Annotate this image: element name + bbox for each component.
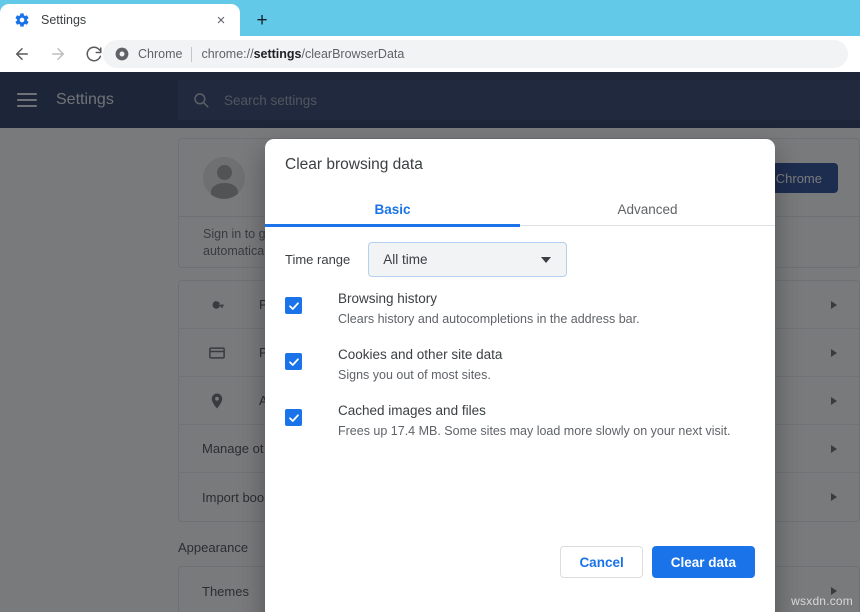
option-browsing-history[interactable]: Browsing history Clears history and auto… bbox=[285, 289, 755, 345]
omnibox-scheme-label: Chrome bbox=[138, 47, 182, 61]
time-range-control: Time range All time bbox=[285, 242, 567, 277]
dialog-actions: Cancel Clear data bbox=[265, 546, 775, 578]
option-description: Signs you out of most sites. bbox=[338, 366, 755, 385]
tab-advanced[interactable]: Advanced bbox=[520, 191, 775, 227]
url-suffix: /clearBrowserData bbox=[302, 47, 405, 61]
cancel-button[interactable]: Cancel bbox=[560, 546, 642, 578]
omnibox-url: chrome://settings/clearBrowserData bbox=[201, 47, 404, 61]
url-highlight: settings bbox=[254, 47, 302, 61]
option-title: Browsing history bbox=[338, 289, 755, 308]
dialog-title: Clear browsing data bbox=[285, 156, 423, 174]
back-button[interactable] bbox=[8, 40, 36, 68]
clear-data-button[interactable]: Clear data bbox=[652, 546, 755, 578]
option-cached-images[interactable]: Cached images and files Frees up 17.4 MB… bbox=[285, 401, 755, 457]
watermark: wsxdn.com bbox=[791, 594, 853, 608]
tab-title: Settings bbox=[41, 13, 210, 27]
checkbox-cookies[interactable] bbox=[285, 353, 302, 370]
tab-basic[interactable]: Basic bbox=[265, 191, 520, 227]
checkbox-cached-images[interactable] bbox=[285, 409, 302, 426]
forward-button[interactable] bbox=[44, 40, 72, 68]
browser-window: Settings × + bbox=[0, 0, 860, 612]
tab-divider bbox=[520, 225, 775, 226]
chrome-logo-icon bbox=[115, 47, 129, 61]
active-tab-indicator bbox=[265, 224, 520, 227]
gear-icon bbox=[14, 12, 30, 28]
omnibox-divider bbox=[191, 47, 192, 62]
browser-toolbar: Chrome chrome://settings/clearBrowserDat… bbox=[0, 36, 860, 72]
time-range-label: Time range bbox=[285, 252, 350, 267]
option-cookies[interactable]: Cookies and other site data Signs you ou… bbox=[285, 345, 755, 401]
url-prefix: chrome:// bbox=[201, 47, 253, 61]
data-type-options: Browsing history Clears history and auto… bbox=[285, 289, 755, 457]
new-tab-button[interactable]: + bbox=[248, 7, 276, 33]
time-range-select[interactable]: All time bbox=[368, 242, 567, 277]
option-title: Cookies and other site data bbox=[338, 345, 755, 364]
dialog-tablist: Basic Advanced bbox=[265, 191, 775, 227]
address-bar[interactable]: Chrome chrome://settings/clearBrowserDat… bbox=[103, 40, 848, 68]
option-title: Cached images and files bbox=[338, 401, 755, 420]
clear-browsing-data-dialog: Clear browsing data Basic Advanced Time … bbox=[265, 139, 775, 612]
option-description: Clears history and autocompletions in th… bbox=[338, 310, 755, 329]
tab-strip: Settings × + bbox=[0, 0, 860, 36]
option-description: Frees up 17.4 MB. Some sites may load mo… bbox=[338, 422, 755, 441]
checkbox-browsing-history[interactable] bbox=[285, 297, 302, 314]
browser-tab-settings[interactable]: Settings × bbox=[0, 4, 240, 36]
time-range-value: All time bbox=[383, 252, 427, 267]
chevron-down-icon bbox=[541, 257, 551, 263]
close-icon[interactable]: × bbox=[210, 9, 232, 31]
